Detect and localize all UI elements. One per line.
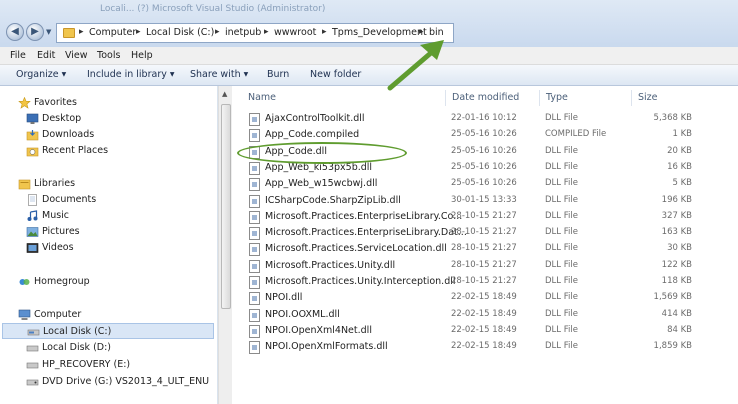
arrow-shaft (387, 49, 435, 91)
annotation-arrow (387, 40, 444, 91)
